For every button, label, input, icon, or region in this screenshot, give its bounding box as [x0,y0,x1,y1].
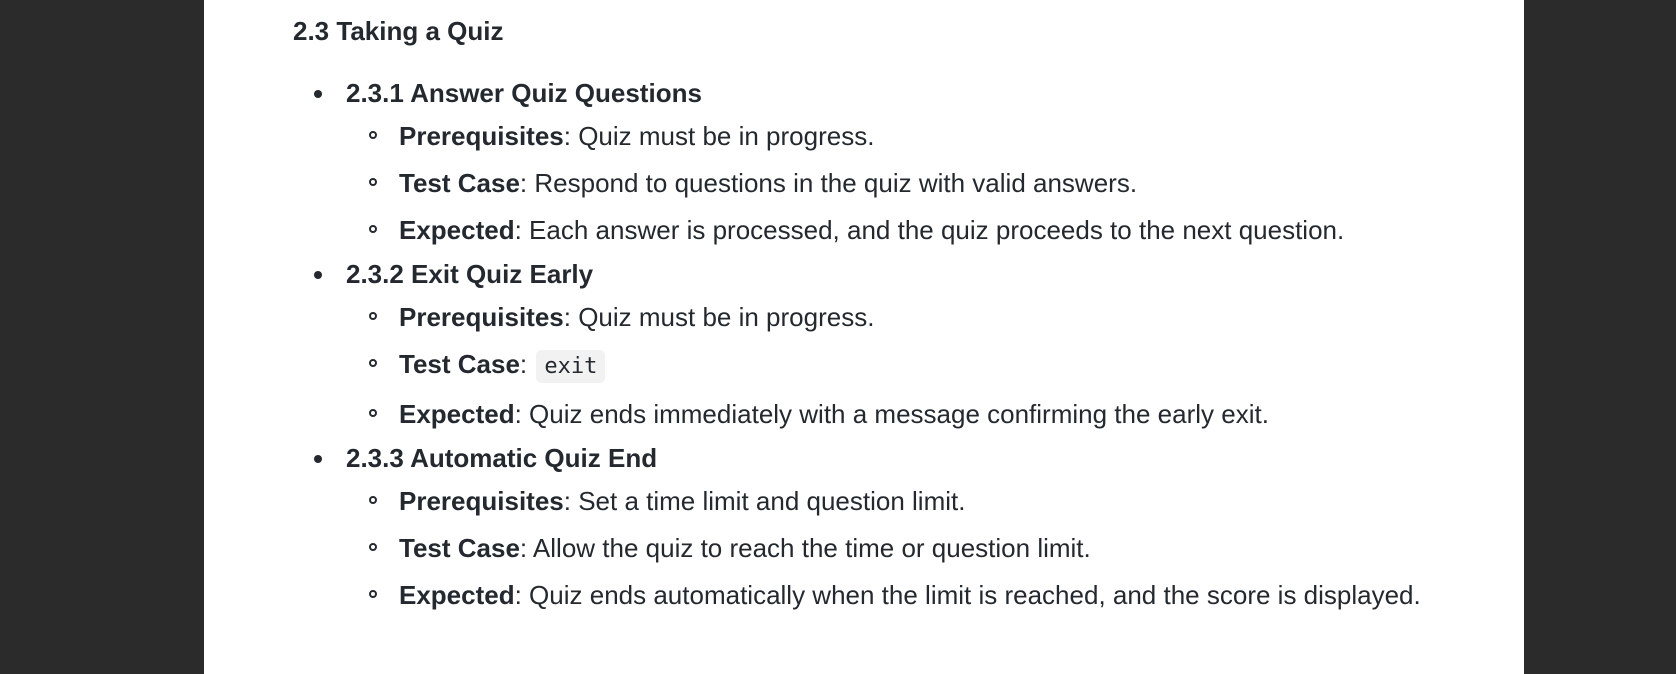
expected-label: Expected [399,215,515,245]
item-heading-text: 2.3.2 Exit Quiz Early [346,259,594,289]
sub-item-test-case: Test Case: exit [346,344,1493,387]
item-heading-text: 2.3.1 Answer Quiz Questions [346,78,702,108]
test-case-list: 2.3.1 Answer Quiz Questions Prerequisite… [293,76,1493,615]
section-heading: 2.3 Taking a Quiz [293,16,504,46]
circle-bullet-icon [369,131,377,139]
item-heading: 2.3.3 Automatic Quiz End [314,441,1493,481]
test-case-label: Test Case [399,349,520,379]
prerequisites-label: Prerequisites [399,302,564,332]
prerequisites-text: : Quiz must be in progress. [563,121,875,151]
test-case-label: Test Case [399,533,520,563]
test-case-label: Test Case [399,168,520,198]
test-case-separator: : [519,349,535,379]
test-case-text: : Allow the quiz to reach the time or qu… [519,533,1091,563]
circle-bullet-icon [369,359,377,367]
expected-text: : Each answer is processed, and the quiz… [514,215,1345,245]
sub-list: Prerequisites: Quiz must be in progress.… [346,116,1493,250]
circle-bullet-icon [369,496,377,504]
sub-item-test-case: Test Case: Respond to questions in the q… [346,163,1493,203]
circle-bullet-icon [369,225,377,233]
sub-item-prerequisites: Prerequisites: Quiz must be in progress. [346,297,1493,337]
circle-bullet-icon [369,409,377,417]
sub-item-expected: Expected: Quiz ends immediately with a m… [346,394,1493,434]
list-item-answer-questions: 2.3.1 Answer Quiz Questions Prerequisite… [293,76,1493,250]
sub-list: Prerequisites: Quiz must be in progress.… [346,297,1493,434]
disc-bullet-icon [314,90,322,98]
sub-item-prerequisites: Prerequisites: Set a time limit and ques… [346,481,1493,521]
expected-text: : Quiz ends automatically when the limit… [514,580,1421,610]
prerequisites-text: : Quiz must be in progress. [563,302,875,332]
sub-item-prerequisites: Prerequisites: Quiz must be in progress. [346,116,1493,156]
circle-bullet-icon [369,590,377,598]
sub-list: Prerequisites: Set a time limit and ques… [346,481,1493,615]
sub-item-test-case: Test Case: Allow the quiz to reach the t… [346,528,1493,568]
sub-item-expected: Expected: Each answer is processed, and … [346,210,1493,250]
list-item-automatic-end: 2.3.3 Automatic Quiz End Prerequisites: … [293,441,1493,615]
circle-bullet-icon [369,543,377,551]
prerequisites-label: Prerequisites [399,121,564,151]
exit-command-code: exit [536,350,606,383]
test-case-text: : Respond to questions in the quiz with … [519,168,1138,198]
item-heading-text: 2.3.3 Automatic Quiz End [346,443,658,473]
disc-bullet-icon [314,455,322,463]
expected-label: Expected [399,580,515,610]
document-page: 2.3 Taking a Quiz 2.3.1 Answer Quiz Ques… [204,0,1524,674]
document-content: 2.3 Taking a Quiz 2.3.1 Answer Quiz Ques… [293,0,1493,622]
expected-label: Expected [399,399,515,429]
circle-bullet-icon [369,312,377,320]
prerequisites-text: : Set a time limit and question limit. [563,486,966,516]
list-item-exit-early: 2.3.2 Exit Quiz Early Prerequisites: Qui… [293,257,1493,434]
item-heading: 2.3.1 Answer Quiz Questions [314,76,1493,116]
sub-item-expected: Expected: Quiz ends automatically when t… [346,575,1493,615]
item-heading: 2.3.2 Exit Quiz Early [314,257,1493,297]
circle-bullet-icon [369,178,377,186]
prerequisites-label: Prerequisites [399,486,564,516]
disc-bullet-icon [314,271,322,279]
expected-text: : Quiz ends immediately with a message c… [514,399,1269,429]
